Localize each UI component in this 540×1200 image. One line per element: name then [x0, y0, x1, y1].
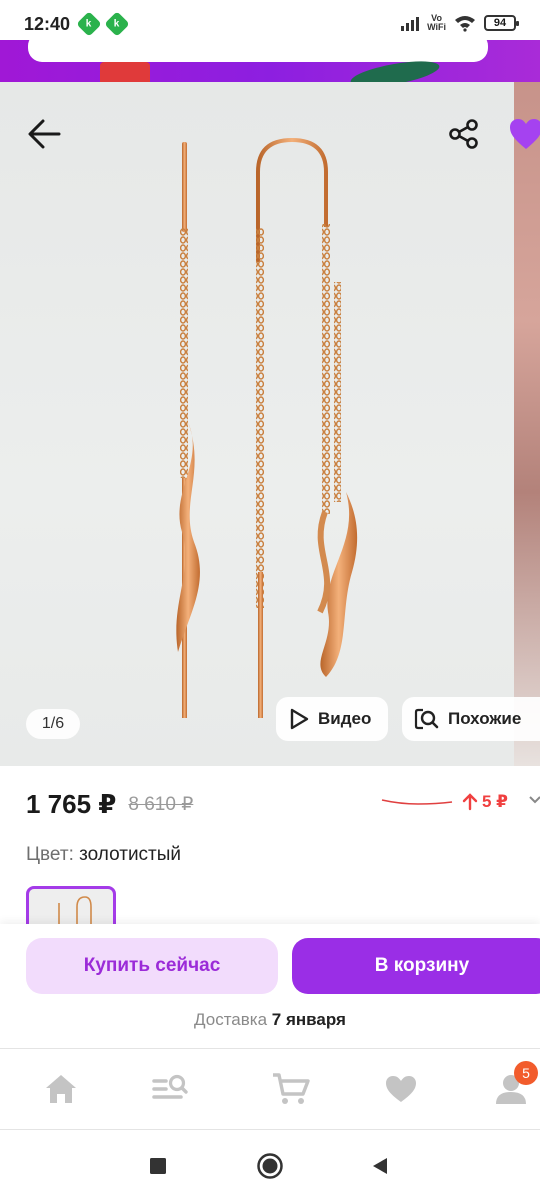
- product-image: [176, 137, 358, 718]
- chevron-down-icon[interactable]: [528, 794, 540, 806]
- delivery-label: Доставка: [194, 1010, 268, 1029]
- share-button[interactable]: [442, 112, 486, 156]
- video-button[interactable]: Видео: [276, 697, 388, 741]
- wifi-icon: [455, 16, 475, 32]
- vowifi-indicator: Vo WiFi: [427, 13, 446, 32]
- home-system-button[interactable]: [254, 1150, 286, 1182]
- similar-label: Похожие: [448, 709, 522, 728]
- status-time: 12:40: [24, 13, 71, 34]
- color-value: золотистый: [79, 844, 182, 865]
- favorites-icon: [386, 1076, 416, 1102]
- search-bar-remnant: [28, 40, 488, 62]
- recent-apps-button[interactable]: [142, 1150, 174, 1182]
- favorite-button[interactable]: [506, 112, 540, 156]
- nav-favorites[interactable]: [376, 1069, 426, 1109]
- price-change[interactable]: 5 ₽: [462, 792, 508, 812]
- signal-icon: [401, 15, 420, 31]
- delivery-info: Доставка 7 января: [0, 1010, 540, 1030]
- nav-catalog[interactable]: [146, 1069, 196, 1109]
- gift-decoration: [100, 62, 150, 82]
- color-row: Цвет: золотистый: [26, 844, 181, 866]
- play-icon: [290, 708, 309, 730]
- delivery-date: 7 января: [271, 1010, 346, 1029]
- image-search-icon: [414, 708, 439, 730]
- similar-button[interactable]: Похожие: [402, 697, 540, 741]
- bottom-navigation: 5: [0, 1048, 540, 1130]
- cart-icon: [273, 1073, 310, 1104]
- color-label: Цвет:: [26, 844, 74, 865]
- promo-banner[interactable]: [0, 40, 540, 82]
- video-label: Видео: [318, 709, 372, 728]
- product-gallery[interactable]: 1/6 Видео Похожие: [0, 82, 540, 766]
- back-system-button[interactable]: [364, 1150, 396, 1182]
- heart-icon: [510, 119, 540, 149]
- back-button[interactable]: [22, 112, 66, 156]
- notification-app-icon: k: [76, 11, 102, 37]
- nav-home[interactable]: [36, 1069, 86, 1109]
- triangle-back-icon: [373, 1158, 387, 1174]
- buy-panel: Купить сейчас В корзину Доставка 7 январ…: [0, 924, 540, 1048]
- arrow-up-icon: [462, 793, 478, 811]
- profile-badge: 5: [514, 1061, 538, 1085]
- price-row: 1 765 ₽ 8 610 ₽ 5 ₽: [0, 766, 540, 842]
- share-icon: [449, 119, 478, 149]
- add-to-cart-button[interactable]: В корзину: [292, 938, 540, 994]
- buy-now-button[interactable]: Купить сейчас: [26, 938, 278, 994]
- price-change-value: 5 ₽: [482, 792, 509, 811]
- arrow-left-icon: [28, 119, 61, 149]
- next-photo-preview[interactable]: [514, 82, 540, 766]
- home-icon: [46, 1075, 76, 1103]
- nav-profile[interactable]: 5: [486, 1061, 538, 1109]
- gallery-counter: 1/6: [26, 709, 80, 739]
- battery-indicator: 94: [484, 15, 519, 31]
- circle-icon: [257, 1153, 283, 1179]
- nav-cart[interactable]: [266, 1069, 316, 1109]
- old-price: 8 610 ₽: [128, 793, 194, 815]
- current-price: 1 765 ₽: [26, 788, 117, 819]
- price-history-line: [381, 799, 453, 805]
- notification-app-icon: k: [104, 11, 130, 37]
- square-icon: [150, 1158, 166, 1174]
- catalog-search-icon: [152, 1074, 188, 1099]
- system-navigation: [0, 1130, 540, 1200]
